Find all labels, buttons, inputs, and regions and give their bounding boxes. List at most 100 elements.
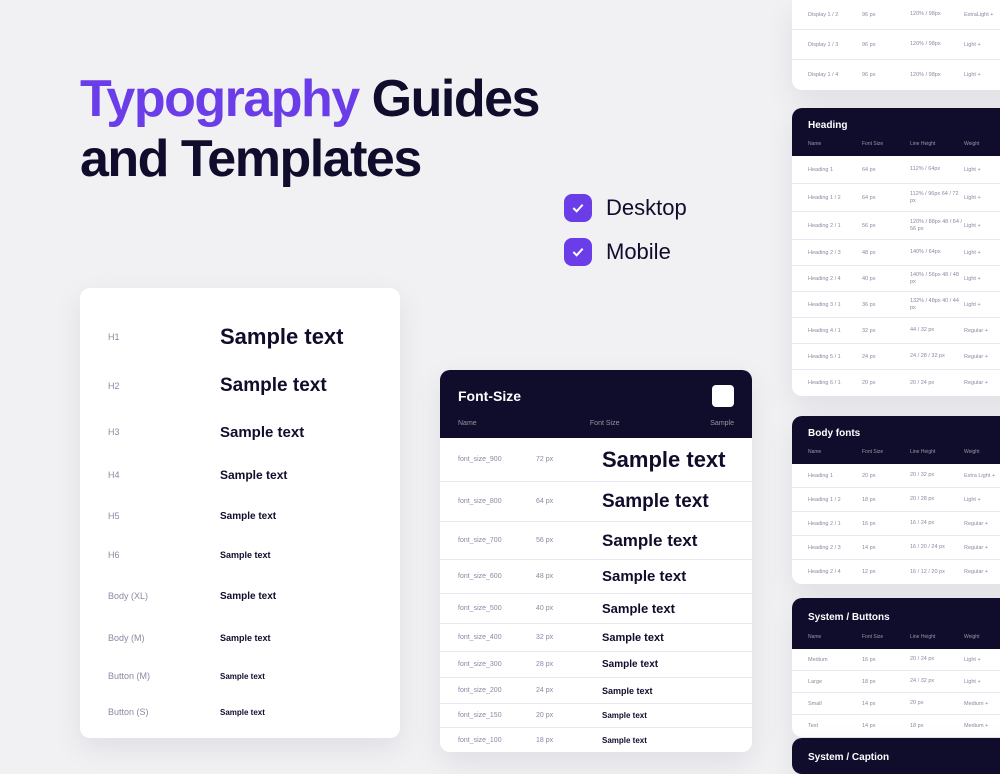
fontsize-sample: Sample text	[602, 531, 697, 551]
row-weight: ExtraLight +	[964, 12, 1000, 18]
typeramp-label: Body (XL)	[108, 591, 180, 601]
typeramp-label: H5	[108, 511, 180, 521]
typeramp-sample: Sample text	[220, 591, 276, 602]
fontsize-cols: NameFont SizeSample	[440, 420, 752, 438]
row-fontsize: 18 px	[862, 497, 910, 503]
hero-title: Typography Guides and Templates	[80, 70, 539, 190]
caption-header: System / Caption	[792, 738, 1000, 774]
row-name: Heading 1 / 2	[808, 195, 862, 201]
row-weight: Medium +	[964, 701, 1000, 707]
fontsize-sample: Sample text	[602, 736, 647, 745]
table-row: Heading 2 / 156 px120% / 88px 48 / 64 / …	[792, 212, 1000, 240]
row-name: Heading 5 / 1	[808, 354, 862, 360]
row-weight: Light +	[964, 167, 1000, 173]
check-label: Desktop	[606, 195, 687, 221]
typeramp-label: Button (S)	[108, 707, 180, 717]
display-card: Display 1 / 296 px120% / 98pxExtraLight …	[792, 0, 1000, 90]
fontsize-sample: Sample text	[602, 686, 653, 696]
check-icon[interactable]	[564, 238, 592, 266]
row-fontsize: 40 px	[862, 276, 910, 282]
row-lineheight: 24 / 32 px	[910, 678, 964, 684]
fontsize-row: font_size_40032 pxSample text	[440, 624, 752, 652]
heading-title: Heading	[808, 120, 847, 131]
check-icon[interactable]	[564, 194, 592, 222]
table-row: Heading 4 / 132 px44 / 32 pxRegular +Sam…	[792, 318, 1000, 344]
table-row: Heading 2 / 116 px16 / 24 pxRegular +Sam…	[792, 512, 1000, 536]
row-weight: Light +	[964, 72, 1000, 78]
heading-cols: NameFont SizeLine HeightWeightSample	[792, 141, 1000, 156]
row-fontsize: 16 px	[862, 521, 910, 527]
row-fontsize: 24 px	[862, 354, 910, 360]
fontsize-row: font_size_50040 pxSample text	[440, 594, 752, 624]
heading-header: Heading	[792, 108, 1000, 141]
typeramp-sample: Sample text	[220, 324, 344, 350]
row-lineheight: 16 / 12 / 20 px	[910, 569, 964, 575]
col-label: Font Size	[590, 420, 652, 427]
fontsize-name: font_size_500	[458, 605, 536, 612]
typeramp-row: Button (S)Sample text	[80, 694, 400, 730]
typeramp-sample: Sample text	[220, 424, 304, 441]
fontsize-name: font_size_200	[458, 687, 536, 694]
fontsize-name: font_size_400	[458, 634, 536, 641]
row-weight: Regular +	[964, 380, 1000, 386]
table-row: Heading 5 / 124 px24 / 28 / 32 pxRegular…	[792, 344, 1000, 370]
table-row: Heading 6 / 120 px20 / 24 pxRegular +Sam…	[792, 370, 1000, 396]
row-fontsize: 20 px	[862, 380, 910, 386]
typeramp-label: H2	[108, 381, 180, 391]
row-lineheight: 140% / 56px 48 / 48 px	[910, 272, 964, 284]
row-fontsize: 64 px	[862, 195, 910, 201]
typeramp-label: H4	[108, 470, 180, 480]
row-name: Heading 2 / 4	[808, 276, 862, 282]
col-label: Name	[808, 141, 862, 147]
caption-card: System / Caption	[792, 738, 1000, 774]
fontsize-px: 32 px	[536, 634, 602, 641]
col-label: Name	[808, 449, 862, 455]
fontsize-px: 28 px	[536, 661, 602, 668]
buttons-card: System / Buttons NameFont SizeLine Heigh…	[792, 598, 1000, 737]
row-name: Text	[808, 723, 862, 729]
row-fontsize: 18 px	[862, 679, 910, 685]
row-lineheight: 20 / 28 px	[910, 496, 964, 502]
row-weight: Light +	[964, 302, 1000, 308]
fontsize-sample: Sample text	[602, 447, 726, 473]
row-lineheight: 16 / 20 / 24 px	[910, 544, 964, 550]
row-name: Heading 4 / 1	[808, 328, 862, 334]
body-cols: NameFont SizeLine HeightWeightSample	[792, 449, 1000, 464]
check-label: Mobile	[606, 239, 671, 265]
fontsize-sample: Sample text	[602, 568, 686, 585]
fontsize-px: 56 px	[536, 537, 602, 544]
fontsize-row: font_size_60048 pxSample text	[440, 560, 752, 594]
row-weight: Light +	[964, 195, 1000, 201]
row-lineheight: 120% / 98px	[910, 11, 964, 17]
fontsize-name: font_size_800	[458, 498, 536, 505]
row-fontsize: 56 px	[862, 223, 910, 229]
fontsize-px: 40 px	[536, 605, 602, 612]
typeramp-label: H1	[108, 332, 180, 342]
fontsize-sample: Sample text	[602, 659, 658, 670]
fontsize-name: font_size_150	[458, 712, 536, 719]
typeramp-row: H1 Sample text	[80, 312, 400, 362]
table-row: Text14 px18 pxMedium +Sample te	[792, 715, 1000, 737]
card-badge-icon	[712, 385, 734, 407]
row-fontsize: 96 px	[862, 12, 910, 18]
table-row: Display 1 / 296 px120% / 98pxExtraLight …	[792, 0, 1000, 30]
row-weight: Regular +	[964, 354, 1000, 360]
row-lineheight: 112% / 64px	[910, 166, 964, 172]
row-lineheight: 20 / 32 px	[910, 472, 964, 478]
table-row: Heading 3 / 136 px132% / 48px 40 / 44 px…	[792, 292, 1000, 318]
heading-card: Heading NameFont SizeLine HeightWeightSa…	[792, 108, 1000, 396]
row-name: Display 1 / 2	[808, 12, 862, 18]
col-label: Font Size	[862, 634, 910, 640]
row-weight: Light +	[964, 657, 1000, 663]
fontsize-row: font_size_90072 pxSample text	[440, 438, 752, 482]
row-weight: Light +	[964, 223, 1000, 229]
row-weight: Light +	[964, 42, 1000, 48]
row-fontsize: 96 px	[862, 72, 910, 78]
col-label: Sample	[710, 420, 734, 427]
buttons-cols: NameFont SizeLine HeightWeightSample	[792, 634, 1000, 649]
body-card: Body fonts NameFont SizeLine HeightWeigh…	[792, 416, 1000, 584]
fontsize-sample: Sample text	[602, 601, 675, 616]
col-label: Line Height	[910, 449, 964, 455]
row-name: Small	[808, 701, 862, 707]
typeramp-sample: Sample text	[220, 511, 276, 522]
